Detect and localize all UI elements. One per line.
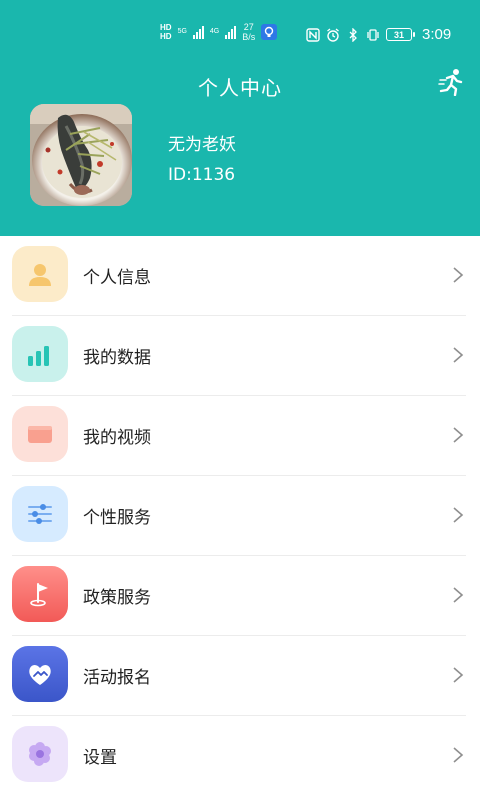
menu-item-event-signup[interactable]: 活动报名 <box>0 636 480 716</box>
speed-value: 27 <box>243 22 254 32</box>
avatar-image <box>30 104 132 206</box>
chevron-right-icon <box>453 747 464 763</box>
chevron-right-icon <box>453 427 464 443</box>
menu-label: 个性服务 <box>83 508 151 528</box>
flag-icon <box>12 566 68 622</box>
menu-item-policy-service[interactable]: 政策服务 <box>0 556 480 636</box>
status-bar: HD HD 5G 4G 27 B/s 31 3:09 <box>0 18 480 54</box>
network-4g-label: 4G <box>209 28 220 35</box>
menu-label: 活动报名 <box>83 668 151 688</box>
gear-icon <box>12 726 68 782</box>
menu-item-my-videos[interactable]: 我的视频 <box>0 396 480 476</box>
menu-item-personal-info[interactable]: 个人信息 <box>0 236 480 316</box>
chevron-right-icon <box>453 587 464 603</box>
chevron-right-icon <box>453 667 464 683</box>
avatar[interactable] <box>30 104 132 206</box>
hd-label-2: HD <box>160 32 172 41</box>
hd-indicator: HD HD <box>160 23 172 41</box>
chevron-right-icon <box>453 507 464 523</box>
menu-label: 个人信息 <box>83 268 151 288</box>
signal-icon <box>225 25 237 39</box>
username: 无为老妖 <box>168 135 236 155</box>
user-id: ID:1136 <box>168 165 236 185</box>
network-5g-label: 5G <box>177 28 187 35</box>
bluetooth-icon <box>349 27 357 42</box>
battery-icon: 31 <box>386 28 415 41</box>
menu-label: 政策服务 <box>83 588 151 608</box>
sliders-icon <box>12 486 68 542</box>
network-speed: 27 B/s <box>242 22 255 42</box>
hd-label-1: HD <box>160 23 172 32</box>
heart-hand-icon <box>12 646 68 702</box>
menu-list: 个人信息 我的数据 我的视频 个性服务 政策服务 活动报名 设置 <box>0 236 480 796</box>
bar-chart-icon <box>12 326 68 382</box>
menu-item-my-data[interactable]: 我的数据 <box>0 316 480 396</box>
menu-item-personal-service[interactable]: 个性服务 <box>0 476 480 556</box>
page-title: 个人中心 <box>198 76 282 100</box>
menu-label: 设置 <box>83 748 117 768</box>
menu-label: 我的视频 <box>83 428 151 448</box>
video-icon <box>12 406 68 462</box>
menu-item-settings[interactable]: 设置 <box>0 716 480 796</box>
menu-label: 我的数据 <box>83 348 151 368</box>
signal-icon <box>192 25 204 39</box>
alarm-icon <box>327 27 339 42</box>
nfc-icon <box>306 27 320 42</box>
vibrate-icon <box>367 28 379 41</box>
running-icon[interactable] <box>438 68 464 96</box>
battery-level: 31 <box>393 29 404 40</box>
status-left: HD HD 5G 4G 27 B/s <box>160 22 278 42</box>
status-right: 31 3:09 <box>306 26 451 43</box>
header: HD HD 5G 4G 27 B/s 31 3:09 个人中心 无为老妖 ID:… <box>0 0 480 236</box>
status-time: 3:09 <box>422 26 452 43</box>
notification-app-icon <box>261 24 278 40</box>
person-icon <box>12 246 68 302</box>
chevron-right-icon <box>453 347 464 363</box>
chevron-right-icon <box>453 267 464 283</box>
speed-unit: B/s <box>242 32 256 42</box>
